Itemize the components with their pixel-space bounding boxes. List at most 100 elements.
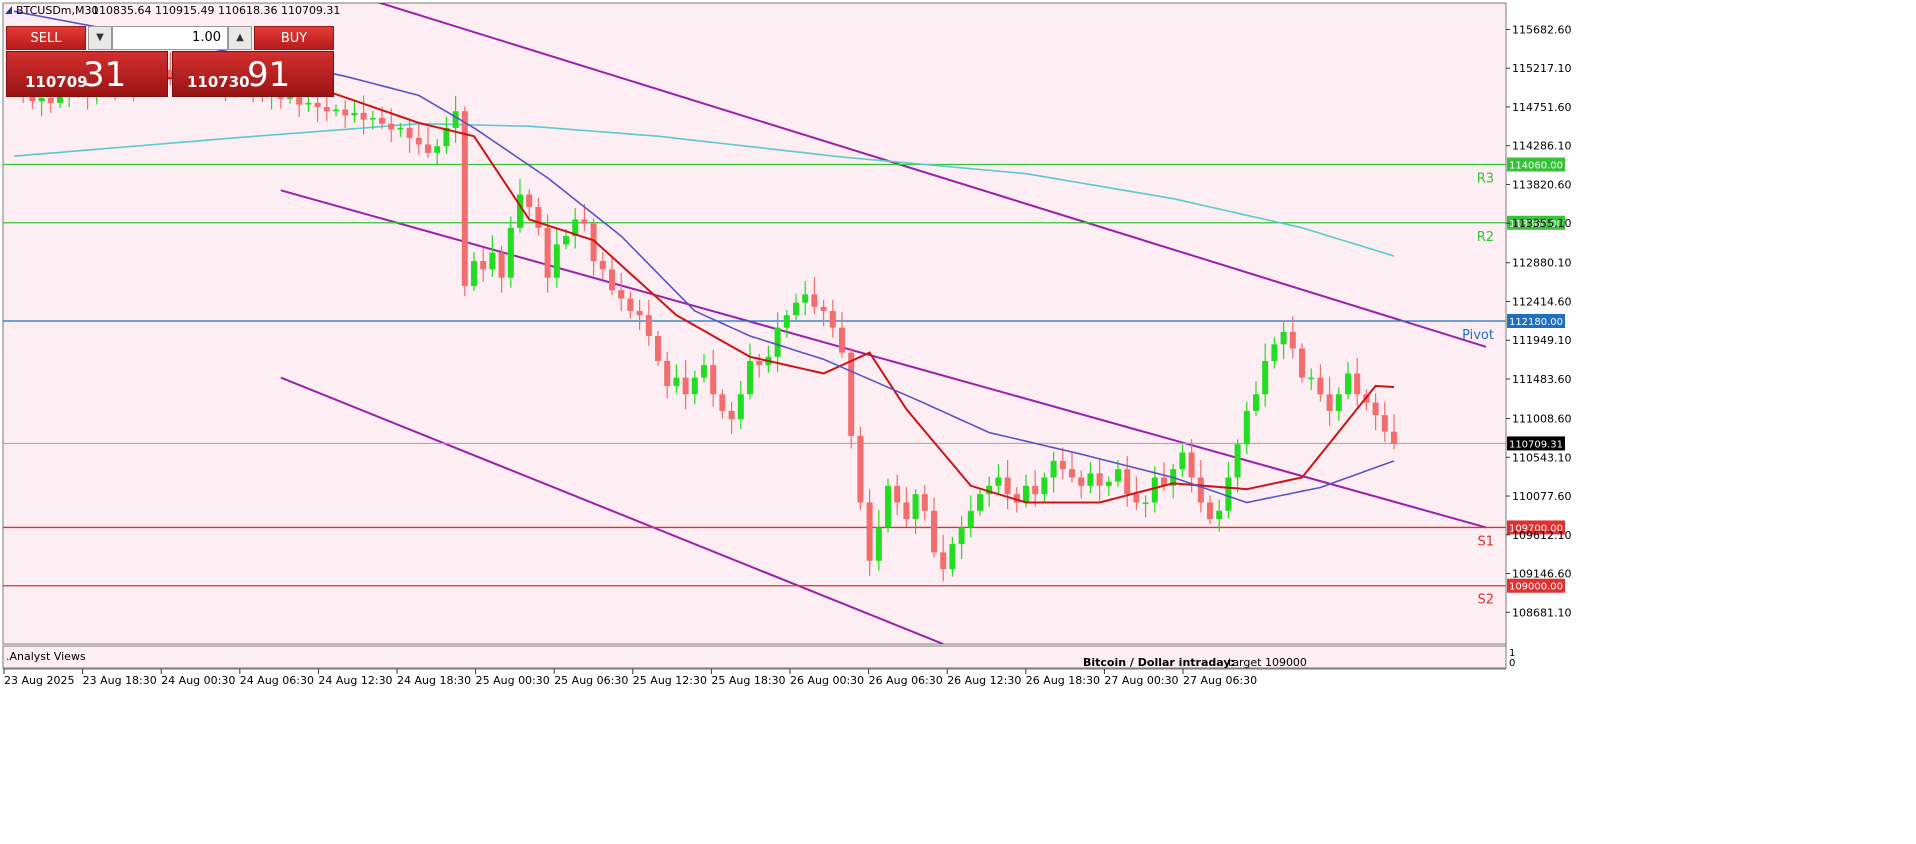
candle-body: [802, 294, 809, 303]
annotation-title: Bitcoin / Dollar intraday:: [1083, 656, 1235, 669]
ask-price-main: 110730: [187, 73, 250, 91]
candle-body: [949, 544, 956, 570]
candle-body: [1243, 410, 1250, 445]
candle-body: [471, 261, 477, 287]
candle-body: [544, 227, 551, 278]
candle-body: [342, 109, 349, 116]
candle-body: [940, 552, 947, 570]
lot-size-input[interactable]: 1.00: [112, 26, 228, 50]
candle-body: [691, 377, 698, 395]
candle-body: [452, 111, 459, 128]
candle-body: [1216, 510, 1223, 520]
candle-body: [701, 365, 707, 378]
candle-body: [1289, 331, 1296, 349]
candle-body: [314, 102, 321, 108]
candle-body: [379, 117, 385, 124]
candle-body: [360, 112, 367, 120]
time-tick-label: 26 Aug 18:30: [1026, 674, 1100, 687]
time-tick-label: 26 Aug 00:30: [790, 674, 864, 687]
candle-body: [1105, 481, 1112, 486]
price-axis: 115682.60 115217.10 114751.60 114286.10 1138…: [1505, 3, 1572, 668]
lot-decrease-icon[interactable]: ▼: [88, 26, 112, 50]
level-price-pivot: 112180.00: [1509, 317, 1563, 328]
price-chart[interactable]: R3114060.00R2113360.00Pivot112180.00S110…: [0, 0, 1916, 840]
candle-body: [388, 123, 395, 130]
buy-button[interactable]: BUY: [254, 26, 334, 50]
candle-body: [1142, 502, 1149, 504]
candle-body: [397, 127, 404, 130]
candle-body: [848, 352, 855, 436]
candle-body: [1372, 402, 1379, 416]
price-tick-label: 109612.10: [1512, 529, 1572, 542]
price-tick-label: 113820.60: [1512, 178, 1572, 191]
candle-body: [1179, 452, 1186, 470]
candle-body: [1124, 469, 1131, 495]
candle-body: [1151, 477, 1158, 503]
indicator-axis-tick-bottom: 0: [1509, 658, 1515, 669]
candle-body: [581, 219, 588, 224]
time-tick-label: 26 Aug 06:30: [869, 674, 943, 687]
sell-button[interactable]: SELL: [6, 26, 86, 50]
candle-body: [875, 527, 882, 561]
candle-body: [664, 360, 671, 386]
candle-body: [885, 485, 891, 528]
candle-body: [728, 410, 735, 420]
candle-body: [1023, 485, 1029, 503]
candle-body: [1326, 394, 1333, 411]
candle-body: [305, 102, 312, 105]
candle-body: [967, 510, 974, 528]
candle-body: [1004, 477, 1011, 495]
level-price-r3: 114060.00: [1509, 160, 1563, 171]
candle-body: [415, 137, 422, 145]
candle-body: [480, 261, 487, 270]
annotation-target: target 109000: [1228, 656, 1307, 669]
candle-body: [1188, 452, 1195, 478]
candle-body: [783, 315, 790, 328]
ask-price-button[interactable]: 110730 91: [172, 51, 334, 97]
price-tick-label: 110077.60: [1512, 490, 1572, 503]
time-tick-label: 24 Aug 06:30: [240, 674, 314, 687]
candle-body: [47, 97, 54, 103]
time-tick-label: 23 Aug 18:30: [83, 674, 157, 687]
candle-body: [609, 269, 615, 291]
candle-body: [921, 494, 928, 511]
level-name-pivot: Pivot: [1462, 328, 1494, 343]
candle-body: [1225, 477, 1232, 511]
candle-body: [912, 494, 919, 520]
candle-body: [1133, 494, 1140, 503]
candle-body: [903, 502, 910, 520]
candle-body: [1271, 344, 1278, 361]
candle-body: [1253, 394, 1259, 411]
candle-body: [1354, 373, 1361, 395]
candle-body: [627, 298, 634, 312]
candle-body: [553, 244, 560, 278]
level-price-s2: 109000.00: [1509, 582, 1563, 593]
candle-body: [1087, 473, 1094, 486]
candle-body: [1234, 444, 1241, 478]
candle-body: [323, 107, 330, 112]
lot-increase-icon[interactable]: ▲: [228, 26, 252, 50]
candle-body: [38, 97, 45, 102]
bid-price-button[interactable]: 110709 31: [6, 51, 168, 97]
ask-price-pips: 91: [247, 55, 291, 95]
chart-root: R3 114060.00 R2 113360.00 Pivot 112180.00 S1 10…: [0, 0, 1916, 840]
time-tick-label: 25 Aug 12:30: [633, 674, 707, 687]
one-click-trading-panel: SELL ▼ 1.00 ▲ BUY 110709 31 110730 91: [6, 24, 334, 98]
candle-body: [894, 485, 901, 503]
candle-body: [1391, 431, 1397, 445]
candle-body: [351, 112, 358, 116]
candle-body: [931, 510, 937, 553]
candle-body: [710, 365, 717, 395]
price-tick-label: 115682.60: [1512, 23, 1572, 36]
candle-body: [747, 360, 753, 395]
price-tick-label: 113355.10: [1512, 217, 1572, 230]
candle-body: [673, 377, 680, 386]
time-tick-label: 26 Aug 12:30: [947, 674, 1021, 687]
price-tick-label: 111483.60: [1512, 373, 1572, 386]
candle-body: [1262, 360, 1269, 395]
candle-body: [1115, 469, 1121, 482]
candle-body: [1032, 485, 1039, 495]
candle: [1299, 343, 1305, 383]
candle-body: [1299, 348, 1305, 378]
candle-body: [1078, 477, 1085, 486]
